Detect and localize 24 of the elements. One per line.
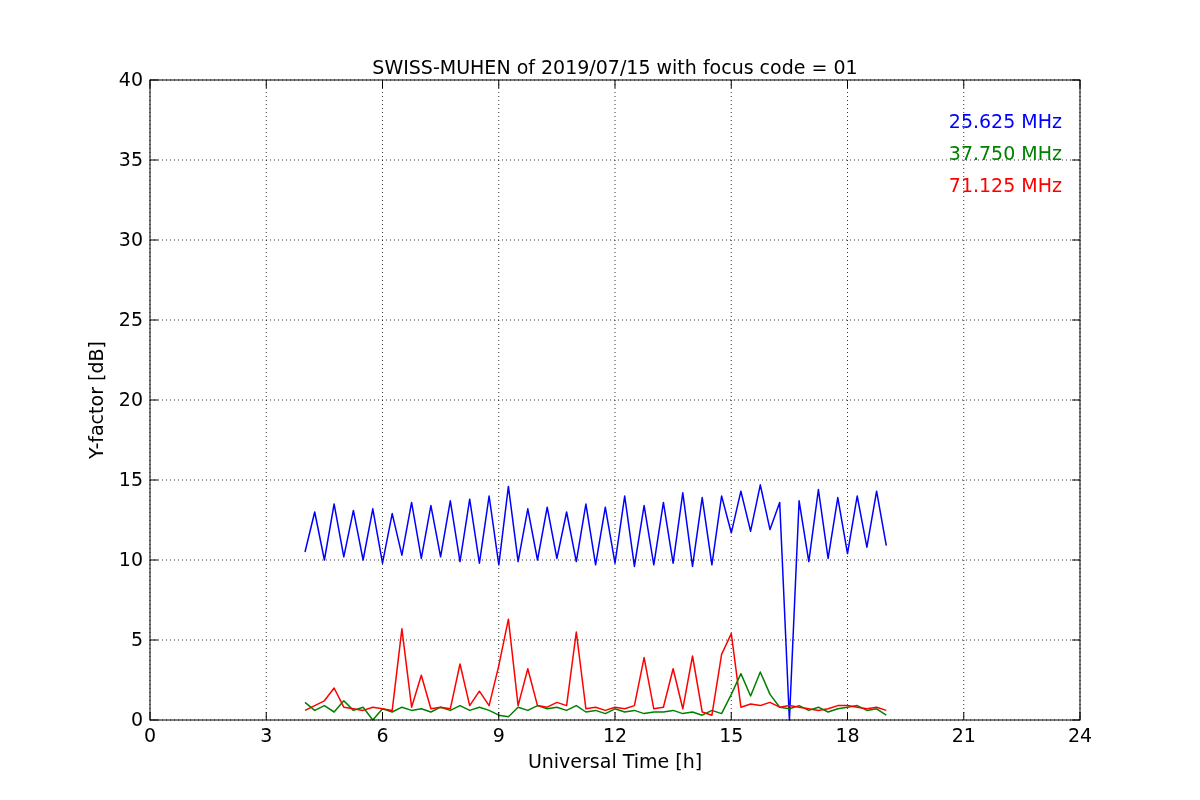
x-tick-label: 3: [260, 724, 273, 746]
y-tick-label: 15: [118, 468, 143, 490]
legend-label: 37.750 MHz: [948, 142, 1062, 164]
y-axis-label: Y-factor [dB]: [85, 341, 107, 459]
x-tick-label: 15: [719, 724, 744, 746]
x-tick-label: 24: [1067, 724, 1093, 746]
y-tick-label: 25: [118, 308, 143, 330]
y-tick-label: 5: [130, 628, 143, 650]
chart-title: SWISS-MUHEN of 2019/07/15 with focus code = 01: [372, 56, 858, 78]
x-tick-label: 12: [602, 724, 628, 746]
x-tick-label: 21: [951, 724, 976, 746]
y-tick-label: 30: [118, 228, 143, 250]
y-tick-label: 20: [118, 388, 143, 410]
x-tick-label: 6: [376, 724, 389, 746]
x-tick-label: 18: [835, 724, 860, 746]
x-axis-label: Universal Time [h]: [527, 750, 703, 772]
x-tick-label: 0: [143, 724, 157, 746]
y-tick-label: 40: [118, 68, 143, 90]
legend-label: 25.625 MHz: [948, 110, 1062, 132]
y-tick-label: 35: [118, 148, 143, 170]
x-tick-label: 9: [492, 724, 505, 746]
legend-label: 71.125 MHz: [948, 174, 1062, 196]
y-tick-label: 10: [118, 548, 143, 570]
y-tick-label: 0: [130, 708, 143, 730]
